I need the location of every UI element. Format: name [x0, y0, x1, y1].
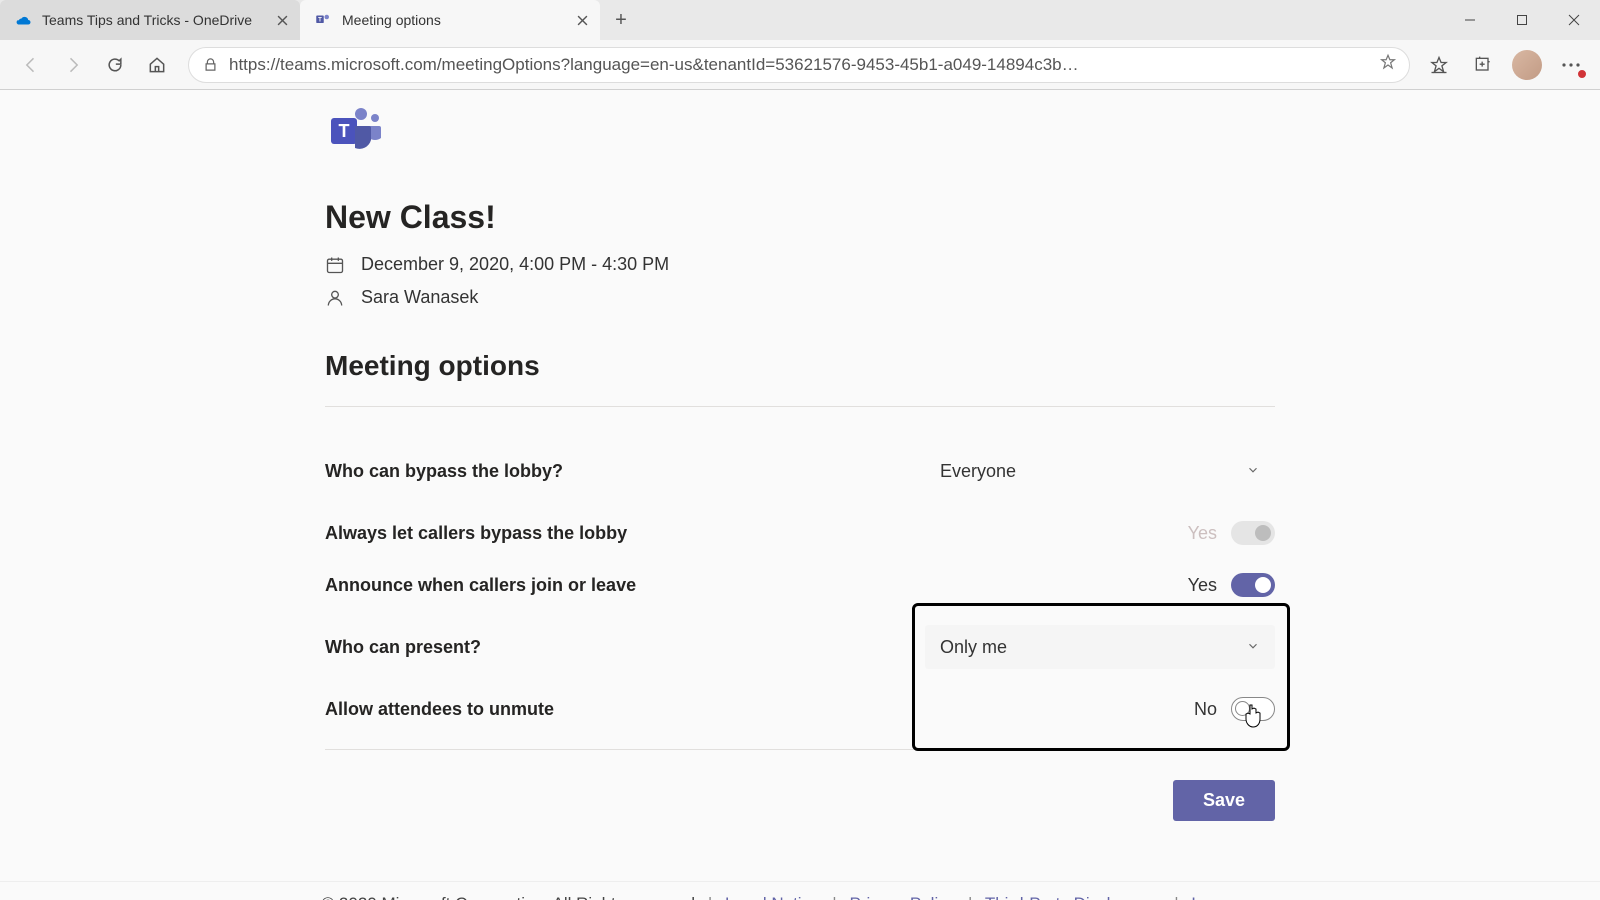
chevron-down-icon	[1246, 461, 1260, 482]
tab-meeting-options[interactable]: T Meeting options	[300, 0, 600, 40]
onedrive-icon	[14, 11, 32, 29]
back-button[interactable]	[10, 45, 52, 85]
page-body: T New Class! December 9, 2020, 4:00 PM -…	[0, 90, 1600, 900]
bypass-lobby-select[interactable]: Everyone	[925, 449, 1275, 493]
close-icon[interactable]	[574, 12, 590, 28]
star-icon[interactable]	[1379, 53, 1397, 76]
collections-button[interactable]	[1464, 46, 1502, 84]
meeting-datetime-text: December 9, 2020, 4:00 PM - 4:30 PM	[361, 254, 669, 275]
new-tab-button[interactable]: +	[606, 5, 636, 35]
teams-logo: T	[325, 100, 1275, 199]
person-icon	[325, 288, 349, 308]
copyright-text: © 2020 Microsoft Corporation. All Rights…	[322, 894, 695, 900]
option-label: Always let callers bypass the lobby	[325, 523, 905, 544]
forward-button[interactable]	[52, 45, 94, 85]
svg-text:T: T	[318, 18, 322, 24]
notification-badge	[1576, 68, 1588, 80]
announce-toggle[interactable]	[1231, 573, 1275, 597]
tab-onedrive[interactable]: Teams Tips and Tricks - OneDrive	[0, 0, 300, 40]
address-bar[interactable]: https://teams.microsoft.com/meetingOptio…	[188, 47, 1410, 83]
tab-bar: Teams Tips and Tricks - OneDrive T Meeti…	[0, 0, 1600, 40]
meeting-datetime: December 9, 2020, 4:00 PM - 4:30 PM	[325, 254, 1275, 275]
home-button[interactable]	[136, 45, 178, 85]
meeting-organizer: Sara Wanasek	[325, 287, 1275, 308]
footer-link-legal[interactable]: Legal Notice	[725, 894, 820, 900]
option-label: Who can bypass the lobby?	[325, 461, 905, 482]
menu-button[interactable]	[1552, 46, 1590, 84]
tab-title: Meeting options	[342, 12, 566, 28]
select-value: Only me	[940, 637, 1007, 658]
option-label: Announce when callers join or leave	[325, 575, 905, 596]
favorites-button[interactable]	[1420, 46, 1458, 84]
tab-title: Teams Tips and Tricks - OneDrive	[42, 12, 266, 28]
maximize-button[interactable]	[1496, 2, 1548, 38]
section-title: Meeting options	[325, 350, 1275, 382]
unmute-toggle[interactable]	[1231, 697, 1275, 721]
footer-link-privacy[interactable]: Privacy Policy	[849, 894, 955, 900]
refresh-button[interactable]	[94, 45, 136, 85]
divider	[325, 749, 1275, 750]
teams-icon: T	[314, 11, 332, 29]
callers-bypass-toggle[interactable]	[1231, 521, 1275, 545]
select-value: Everyone	[940, 461, 1016, 482]
option-bypass-lobby: Who can bypass the lobby? Everyone	[325, 435, 1275, 507]
avatar	[1512, 50, 1542, 80]
chevron-down-icon	[1246, 637, 1260, 658]
option-who-present: Who can present? Only me	[325, 611, 1275, 683]
option-callers-bypass: Always let callers bypass the lobby Yes	[325, 507, 1275, 559]
option-label: Allow attendees to unmute	[325, 699, 905, 720]
window-controls	[1444, 2, 1600, 38]
toggle-label: Yes	[1188, 575, 1217, 596]
svg-text:T: T	[339, 121, 350, 141]
lock-icon	[201, 56, 219, 74]
divider	[325, 406, 1275, 407]
option-announce: Announce when callers join or leave Yes	[325, 559, 1275, 611]
toggle-label: No	[1194, 699, 1217, 720]
toggle-label: Yes	[1188, 523, 1217, 544]
footer-link-learn[interactable]: Learn more	[1191, 894, 1278, 900]
who-present-select[interactable]: Only me	[925, 625, 1275, 669]
browser-chrome: Teams Tips and Tricks - OneDrive T Meeti…	[0, 0, 1600, 90]
footer-link-disclosures[interactable]: Third-Party Disclosures	[985, 894, 1162, 900]
meeting-title: New Class!	[325, 199, 1275, 236]
save-button[interactable]: Save	[1173, 780, 1275, 821]
close-icon[interactable]	[274, 12, 290, 28]
url-text: https://teams.microsoft.com/meetingOptio…	[229, 55, 1369, 75]
profile-button[interactable]	[1508, 46, 1546, 84]
calendar-icon	[325, 255, 349, 275]
option-label: Who can present?	[325, 637, 905, 658]
toolbar: https://teams.microsoft.com/meetingOptio…	[0, 40, 1600, 90]
close-window-button[interactable]	[1548, 2, 1600, 38]
option-unmute: Allow attendees to unmute No	[325, 683, 1275, 735]
minimize-button[interactable]	[1444, 2, 1496, 38]
footer: © 2020 Microsoft Corporation. All Rights…	[0, 881, 1600, 900]
organizer-name: Sara Wanasek	[361, 287, 478, 308]
